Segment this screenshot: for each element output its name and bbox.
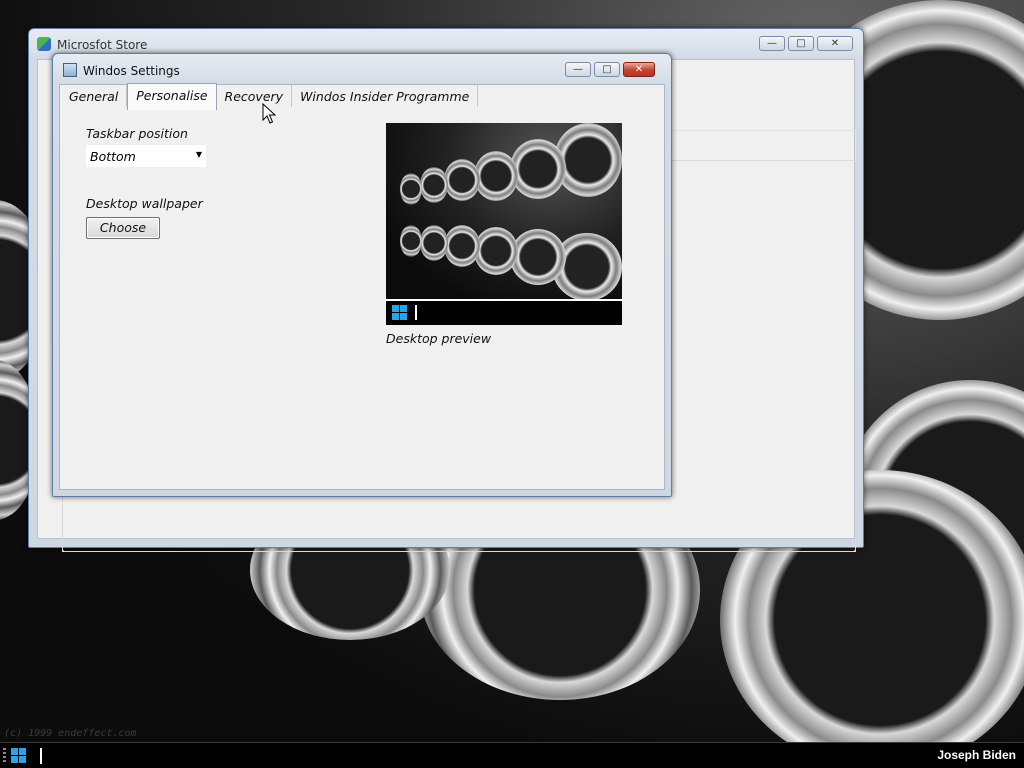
preview-ring [474, 227, 518, 275]
store-maximize-button[interactable]: □ [788, 36, 814, 51]
store-close-button[interactable]: ✕ [817, 36, 853, 51]
preview-ring [510, 139, 566, 199]
preview-taskbar [386, 299, 622, 325]
close-icon: ✕ [830, 37, 840, 49]
preview-ring [420, 167, 448, 203]
tab-recovery[interactable]: Recovery [217, 85, 293, 107]
settings-caption-buttons: — □ ✕ [565, 62, 655, 77]
taskbar-position-select[interactable]: Bottom ▼ [86, 145, 206, 167]
settings-maximize-button[interactable]: □ [594, 62, 620, 77]
close-icon: ✕ [634, 63, 644, 75]
start-button[interactable] [11, 748, 26, 763]
tab-personalise[interactable]: Personalise [127, 83, 217, 110]
store-caption-buttons: — □ ✕ [759, 36, 853, 51]
taskbar: Joseph Biden [0, 742, 1024, 768]
settings-window[interactable]: Windos Settings — □ ✕ General Personalis… [52, 53, 672, 497]
preview-ring [510, 229, 566, 285]
settings-window-title: Windos Settings [83, 64, 180, 78]
preview-ring [444, 159, 480, 201]
preview-ring [420, 225, 448, 261]
desktop-preview-caption: Desktop preview [386, 331, 492, 346]
desktop-preview [386, 123, 622, 299]
minimize-icon: — [767, 37, 777, 49]
maximize-icon: □ [796, 37, 806, 49]
settings-minimize-button[interactable]: — [565, 62, 591, 77]
preview-ring [400, 173, 422, 205]
store-minimize-button[interactable]: — [759, 36, 785, 51]
desktop-wallpaper-label: Desktop wallpaper [86, 196, 203, 211]
minimize-icon: — [573, 63, 583, 75]
windows-logo-icon [392, 305, 407, 320]
wallpaper-watermark: (c) 1999 endeffect.com [4, 728, 137, 739]
store-app-icon [37, 37, 51, 51]
taskbar-search-cursor[interactable] [40, 748, 42, 764]
store-window-title: Microsfot Store [57, 38, 148, 52]
chevron-down-icon: ▼ [195, 150, 202, 159]
settings-close-button[interactable]: ✕ [623, 62, 655, 77]
preview-ring [400, 225, 422, 257]
taskbar-position-label: Taskbar position [86, 126, 188, 141]
preview-text-cursor [415, 305, 417, 320]
tab-windos-insider-programme[interactable]: Windos Insider Programme [292, 85, 479, 107]
preview-ring [474, 151, 518, 201]
taskbar-user-name[interactable]: Joseph Biden [937, 748, 1016, 762]
windows-logo-icon [11, 748, 18, 755]
settings-content-area: General Personalise Recovery Windos Insi… [59, 83, 665, 490]
taskbar-grip[interactable] [3, 748, 6, 764]
tab-general[interactable]: General [61, 85, 128, 107]
preview-ring [444, 225, 480, 267]
choose-wallpaper-button[interactable]: Choose [86, 217, 160, 239]
settings-app-icon [63, 63, 77, 77]
taskbar-position-value: Bottom [90, 149, 136, 164]
maximize-icon: □ [602, 63, 612, 75]
mouse-pointer-icon [262, 103, 276, 124]
